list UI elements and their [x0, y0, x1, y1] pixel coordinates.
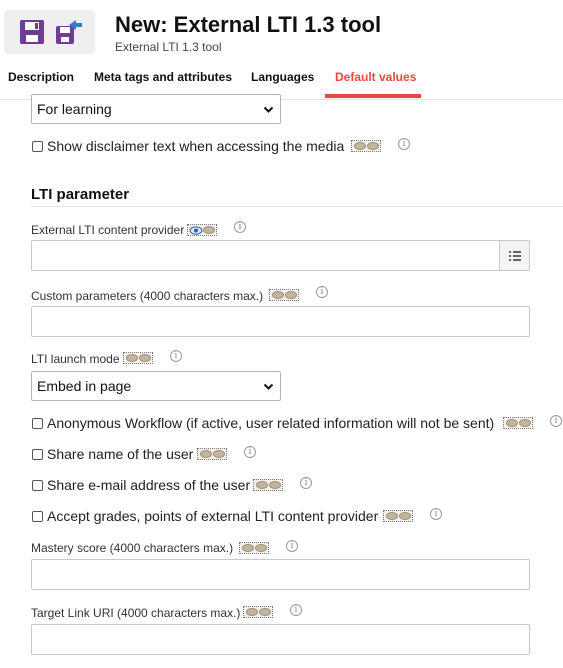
disclaimer-label: Show disclaimer text when accessing the … — [47, 138, 345, 154]
info-icon[interactable]: i — [316, 286, 328, 298]
launch-mode-visibility-toggle[interactable] — [123, 352, 153, 364]
content-provider-input[interactable] — [31, 240, 530, 271]
custom-parameters-label: Custom parameters (4000 characters max.) — [31, 289, 264, 303]
list-icon — [509, 251, 521, 261]
save-as-icon[interactable] — [54, 17, 84, 47]
mastery-score-visibility-toggle[interactable] — [239, 542, 269, 554]
custom-parameters-input[interactable] — [31, 306, 530, 337]
tab-default-values[interactable]: Default values — [335, 70, 416, 84]
target-link-uri-input[interactable] — [31, 624, 530, 655]
anonymous-workflow-label: Anonymous Workflow (if active, user rela… — [47, 415, 495, 431]
share-name-checkbox[interactable] — [32, 449, 43, 460]
content-provider-visibility-toggle[interactable] — [187, 224, 217, 236]
info-icon[interactable]: i — [170, 350, 182, 362]
info-icon[interactable]: i — [300, 477, 312, 489]
launch-mode-label: LTI launch mode — [31, 352, 120, 366]
share-name-visibility-toggle[interactable] — [197, 448, 227, 460]
info-icon[interactable]: i — [550, 415, 562, 427]
info-icon[interactable]: i — [430, 508, 442, 520]
share-email-checkbox[interactable] — [32, 480, 43, 491]
accept-grades-label: Accept grades, points of external LTI co… — [47, 508, 379, 524]
content-provider-picker-button[interactable] — [499, 241, 529, 270]
eye-icon — [189, 226, 203, 235]
page-subtitle: External LTI 1.3 tool — [115, 40, 222, 54]
accept-grades-visibility-toggle[interactable] — [383, 510, 413, 522]
info-icon[interactable]: i — [286, 540, 298, 552]
target-link-uri-label: Target Link URI (4000 characters max.) — [31, 606, 241, 620]
chevron-down-icon — [263, 106, 274, 113]
save-icon[interactable] — [17, 17, 47, 47]
toolbar-icon-group — [4, 10, 95, 54]
chevron-down-icon — [263, 383, 274, 390]
launch-mode-value: Embed in page — [37, 378, 132, 394]
mastery-score-label: Mastery score (4000 characters max.) — [31, 541, 234, 555]
share-email-label: Share e-mail address of the user — [47, 477, 251, 493]
info-icon[interactable]: i — [290, 604, 302, 616]
active-tab-indicator — [325, 94, 421, 98]
disclaimer-checkbox[interactable] — [32, 141, 43, 152]
anonymous-workflow-checkbox[interactable] — [32, 418, 43, 429]
custom-parameters-visibility-toggle[interactable] — [269, 289, 299, 301]
info-icon[interactable]: i — [398, 138, 410, 150]
launch-mode-select[interactable]: Embed in page — [31, 371, 281, 401]
accept-grades-checkbox[interactable] — [32, 511, 43, 522]
usage-select[interactable]: For learning — [31, 94, 281, 124]
tab-languages[interactable]: Languages — [251, 70, 314, 84]
mastery-score-input[interactable] — [31, 559, 530, 590]
usage-select-value: For learning — [37, 101, 112, 117]
info-icon[interactable]: i — [234, 221, 246, 233]
section-divider — [31, 206, 563, 207]
share-email-visibility-toggle[interactable] — [253, 479, 283, 491]
content-provider-label: External LTI content provider — [31, 223, 185, 237]
tab-description[interactable]: Description — [8, 70, 74, 84]
disclaimer-visibility-toggle[interactable] — [351, 140, 381, 152]
tab-meta-tags[interactable]: Meta tags and attributes — [94, 70, 232, 84]
share-name-label: Share name of the user — [47, 446, 194, 462]
page-title: New: External LTI 1.3 tool — [115, 12, 382, 37]
section-title-lti-parameter: LTI parameter — [31, 186, 130, 203]
anonymous-workflow-visibility-toggle[interactable] — [503, 417, 533, 429]
target-link-uri-visibility-toggle[interactable] — [243, 606, 273, 618]
info-icon[interactable]: i — [244, 446, 256, 458]
